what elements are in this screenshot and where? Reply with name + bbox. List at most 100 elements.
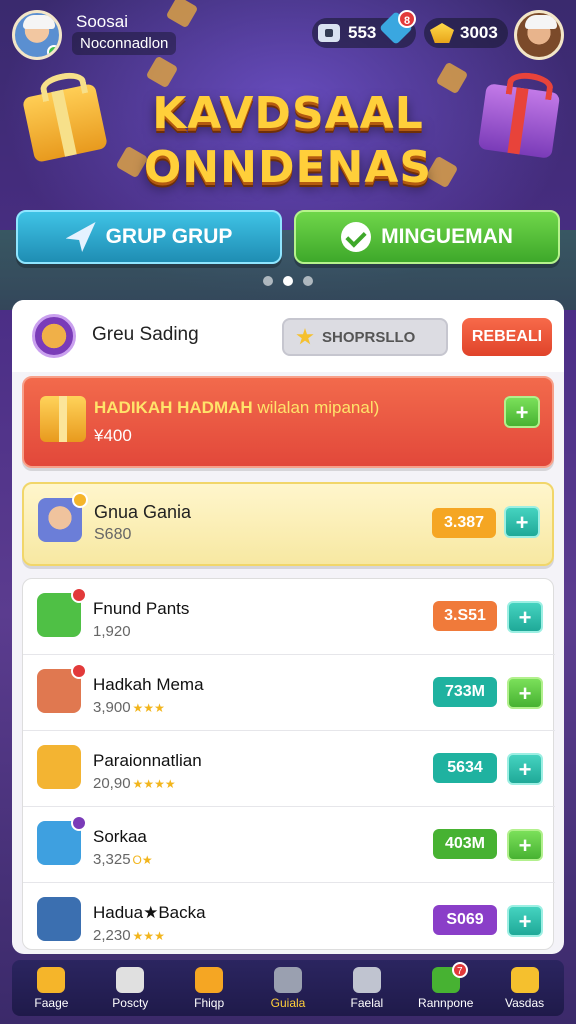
featured-red-title: HADIKAH HADMAH wilalan mipanal): [94, 398, 379, 418]
item-subtitle: 3,900 ★★★: [93, 699, 165, 716]
nav-label: Faage: [34, 995, 69, 1010]
nav-label: Rannpone: [418, 995, 474, 1010]
rating-stars: ★★★★: [132, 777, 176, 791]
check-icon: [341, 222, 372, 252]
alert-badge: [71, 815, 87, 831]
item-value: 2,230: [93, 927, 131, 944]
nav-item-faelal[interactable]: Faelal: [327, 960, 406, 1016]
featured-offer-yellow[interactable]: Gnua Gania S680 3.387 +: [22, 482, 554, 566]
banner-title-line1: KAVDSAAL: [152, 88, 424, 139]
list-item[interactable]: Sorkaa 3,325 O★ 403M +: [23, 807, 555, 883]
star-icon: [296, 328, 314, 345]
gold-icon: [430, 23, 454, 43]
featured-yellow-title: Gnua Gania: [94, 502, 192, 522]
friend-avatar[interactable]: [514, 10, 564, 60]
list-item[interactable]: Fnund Pants 1,920 3.S51 +: [23, 579, 555, 655]
home-icon: [37, 966, 66, 993]
bottom-nav: Faage Poscty Fhiqp Guiala Faelal Rannpon…: [12, 960, 564, 1016]
confirm-button[interactable]: MINGUEMAN: [294, 210, 560, 264]
nav-item-fhiqp[interactable]: Fhiqp: [170, 960, 249, 1016]
person-icon: [352, 966, 381, 993]
item-subtitle: 1,920: [93, 623, 133, 640]
nav-item-guiala[interactable]: Guiala: [249, 960, 328, 1016]
page-dot[interactable]: [263, 276, 273, 286]
add-button[interactable]: +: [504, 506, 540, 538]
item-icon: [37, 745, 81, 789]
item-title: Hadkah Mema: [93, 675, 204, 694]
score-pill: 403M: [433, 829, 497, 859]
gift-icon: [40, 396, 86, 442]
score-pill: 733M: [433, 677, 497, 707]
nav-item-rannpone[interactable]: Rannpone 7: [406, 960, 485, 1016]
item-icon: [37, 587, 87, 637]
score-pill: S069: [433, 905, 497, 935]
panel-title: Greu Sading: [92, 324, 199, 345]
featured-red-title-extra: wilalan mipanal): [257, 398, 380, 417]
rating-stars: ★★★: [132, 929, 165, 943]
treasure-icon: [32, 314, 76, 358]
nav-label: Guiala: [270, 995, 306, 1010]
player-avatar[interactable]: [12, 10, 62, 60]
page-dot-active[interactable]: [283, 276, 293, 286]
online-badge: [47, 45, 59, 57]
featured-offer-red[interactable]: HADIKAH HADMAH wilalan mipanal) ¥400 +: [22, 376, 554, 468]
list-item[interactable]: Hadkah Mema 3,900 ★★★ 733M +: [23, 655, 555, 731]
page-dot[interactable]: [303, 276, 313, 286]
nav-item-poscty[interactable]: Poscty: [91, 960, 170, 1016]
alert-badge: [71, 587, 87, 603]
player-avatar: [38, 492, 88, 542]
nav-label: Faelal: [350, 995, 384, 1010]
group-button-label: GRUP GRUP: [105, 225, 233, 248]
shop-search-field[interactable]: SHOPRSLLO: [282, 318, 448, 356]
item-icon: [37, 663, 87, 713]
nav-item-faage[interactable]: Faage: [12, 960, 91, 1016]
cap-icon: [525, 15, 557, 29]
add-button[interactable]: +: [504, 396, 540, 428]
item-title: Paraionnatlian: [93, 751, 202, 770]
score-pill: 3.S51: [433, 601, 497, 631]
add-button[interactable]: +: [507, 677, 543, 709]
nav-item-vasdas[interactable]: Vasdas: [485, 960, 564, 1016]
user-subtitle: Noconnadlon: [72, 32, 177, 55]
offer-list: Fnund Pants 1,920 3.S51 + Hadkah Mema 3,…: [22, 578, 555, 950]
featured-red-title-main: HADIKAH HADMAH: [94, 398, 253, 417]
main-panel: Greu Sading SHOPRSLLO REBEALI HADIKAH HA…: [12, 300, 564, 954]
level-badge: [72, 492, 88, 508]
nav-label: Vasdas: [505, 995, 545, 1010]
rebeali-button[interactable]: REBEALI: [462, 318, 552, 356]
cap-icon: [23, 15, 55, 29]
add-button[interactable]: +: [507, 601, 543, 633]
page-indicator: [0, 276, 576, 286]
user-name: Soosai: [76, 12, 128, 31]
currency-gold-value: 3003: [460, 23, 498, 42]
score-pill: 5634: [433, 753, 497, 783]
currency-counter-gold[interactable]: 3003: [424, 18, 508, 48]
banner-title-line2: ONNDENAS: [143, 142, 433, 193]
item-value: 3,325: [93, 851, 131, 868]
item-title: Hadua★Backa: [93, 903, 206, 922]
add-button[interactable]: +: [507, 905, 543, 937]
item-value: 20,90: [93, 775, 131, 792]
list-item[interactable]: Hadua★Backa 2,230 ★★★ S069 +: [23, 883, 555, 954]
item-value: 3,900: [93, 699, 131, 716]
item-icon: [37, 897, 81, 941]
add-button[interactable]: +: [507, 753, 543, 785]
camera-icon: [116, 966, 145, 993]
send-icon: [65, 222, 96, 252]
smile-icon: [510, 966, 539, 993]
featured-red-value: ¥400: [94, 426, 132, 445]
shop-search-placeholder: SHOPRSLLO: [322, 328, 416, 346]
nav-label: Poscty: [112, 995, 149, 1010]
item-title: Fnund Pants: [93, 599, 190, 618]
coin-icon: [195, 966, 224, 993]
confirm-button-label: MINGUEMAN: [381, 225, 513, 248]
item-subtitle: 3,325 O★: [93, 851, 153, 868]
panel-header: Greu Sading SHOPRSLLO REBEALI: [12, 300, 564, 372]
list-item[interactable]: Paraionnatlian 20,90 ★★★★ 5634 +: [23, 731, 555, 807]
top-bar: Soosai Noconnadlon 553 8 3003: [0, 0, 576, 70]
group-button[interactable]: GRUP GRUP: [16, 210, 282, 264]
nav-badge: 7: [451, 962, 468, 978]
spin-icon: [274, 966, 302, 993]
add-button[interactable]: +: [507, 829, 543, 861]
currency-cash-value: 553: [348, 23, 377, 42]
